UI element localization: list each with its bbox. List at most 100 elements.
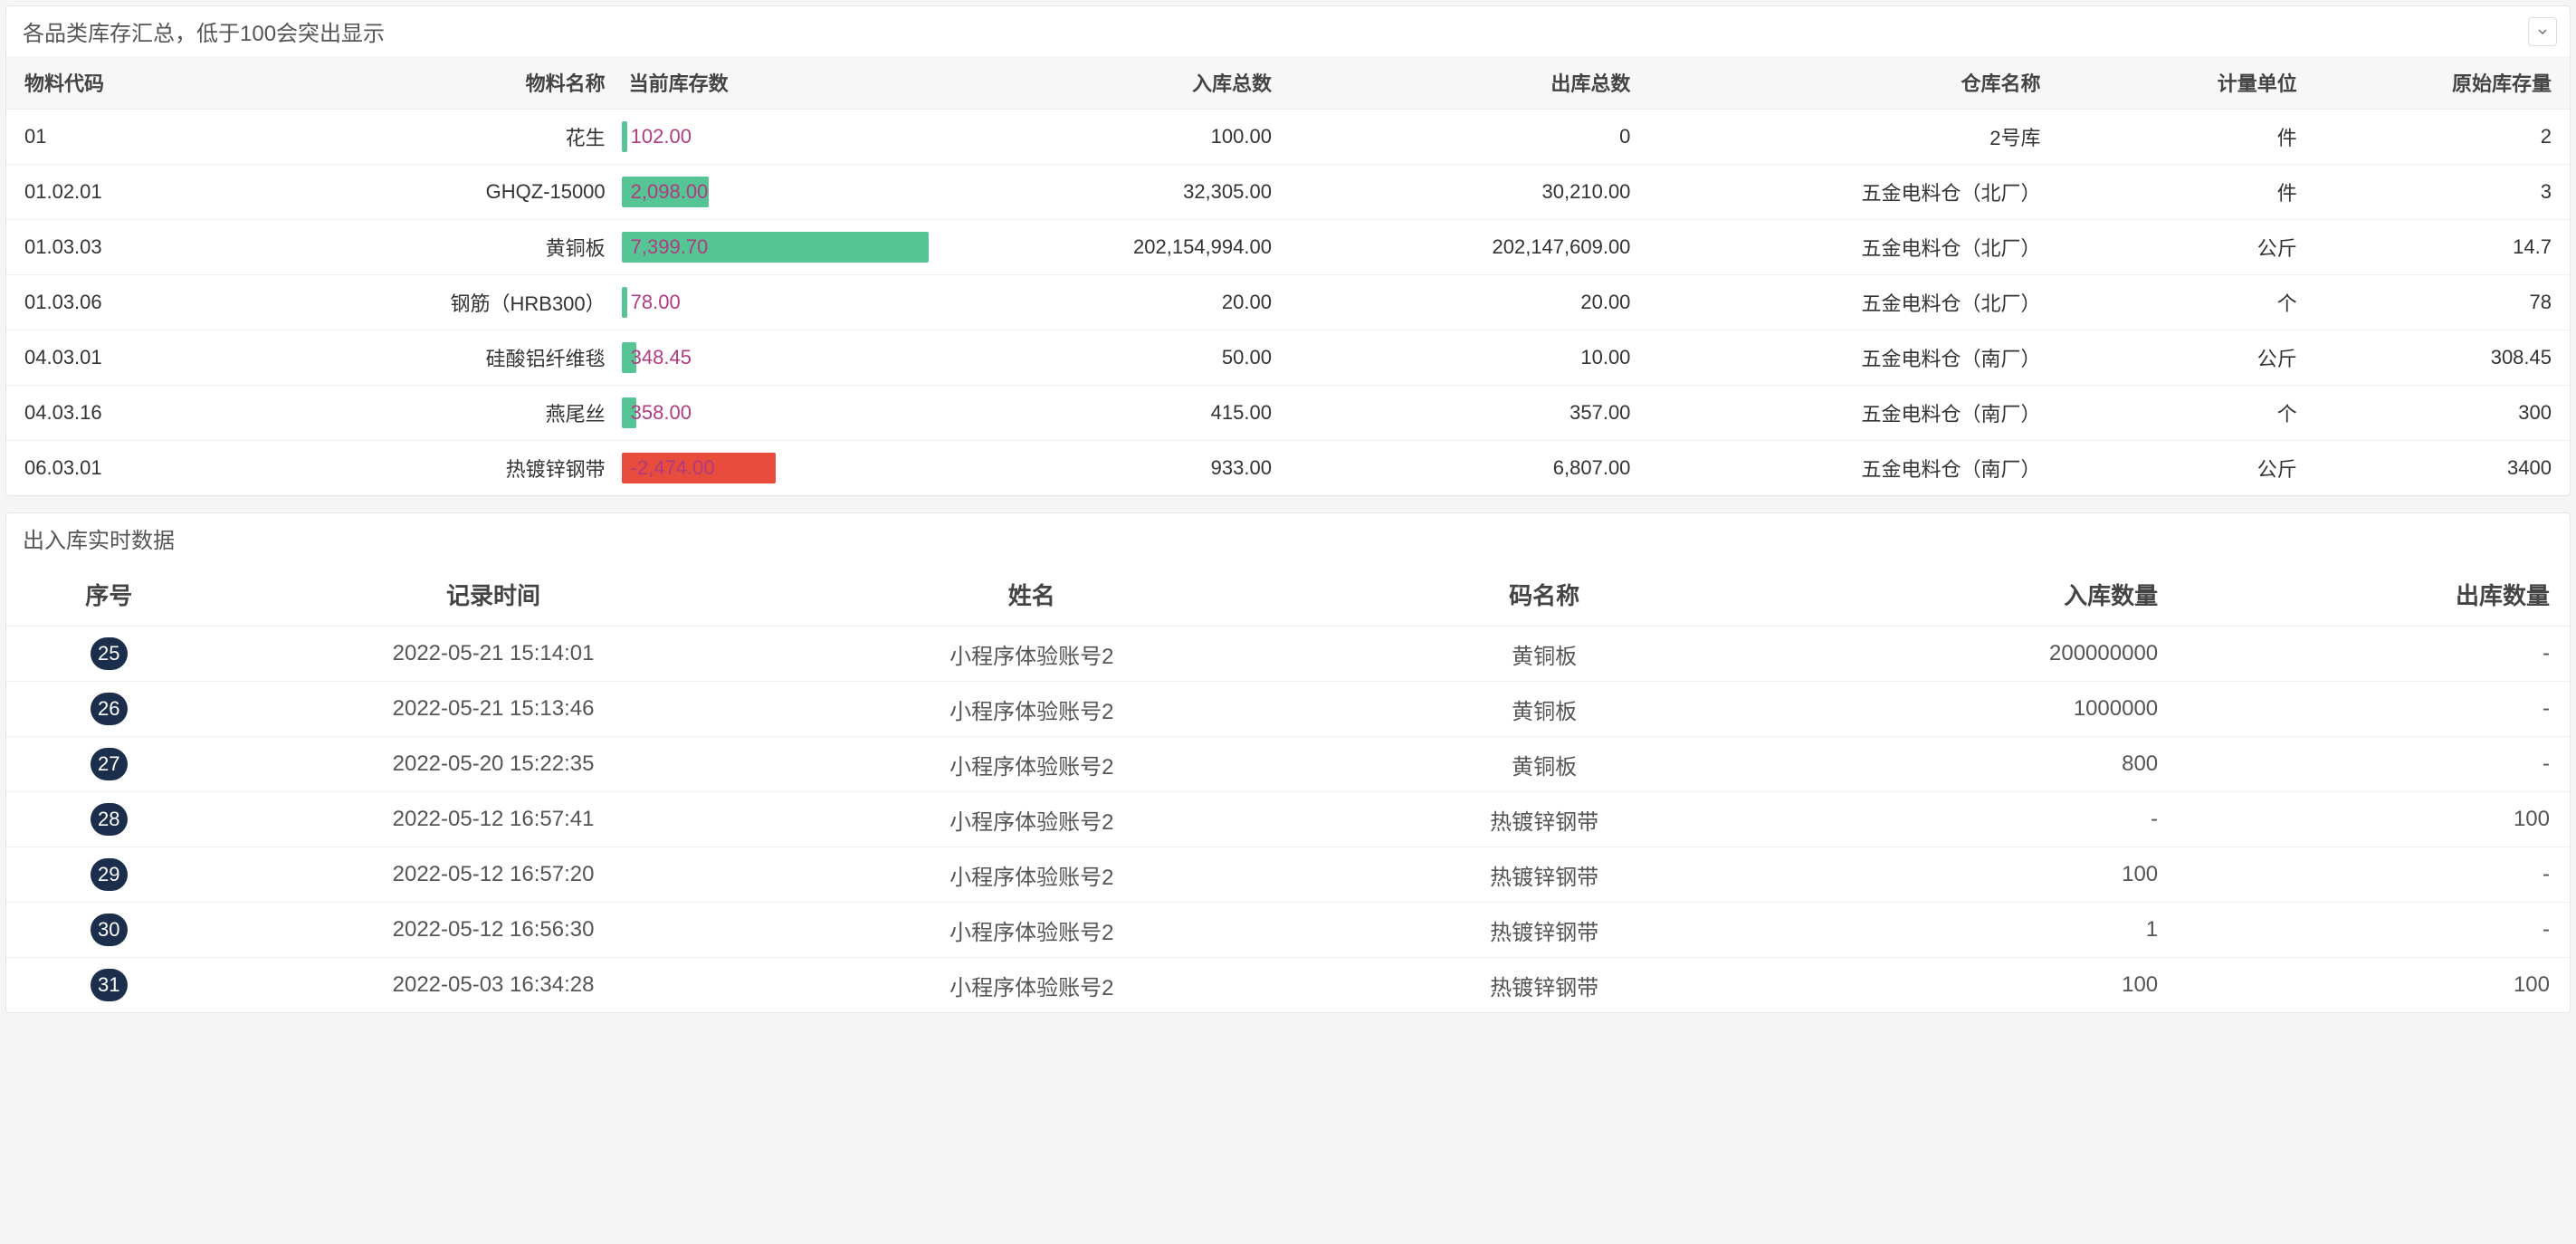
table2-cell: 200000000: [1800, 627, 2185, 682]
table1-col-3[interactable]: 入库总数: [929, 56, 1287, 110]
table1-cell: 01.03.06: [6, 275, 262, 330]
row-index-cell: 31: [6, 958, 212, 1013]
table1-cell: 个: [2057, 386, 2314, 441]
table1-cell: 3400: [2314, 441, 2570, 496]
table1-cell: 公斤: [2057, 441, 2314, 496]
table1-cell: 五金电料仓（南厂）: [1646, 330, 2056, 386]
table2-cell: -: [2185, 737, 2570, 792]
table1-cell: 黄铜板: [262, 220, 621, 275]
table1-cell: 357.00: [1288, 386, 1646, 441]
table1-row[interactable]: 01.02.01GHQZ-150002,098.0032,305.0030,21…: [6, 165, 2570, 220]
stock-bar-cell: 358.00: [622, 386, 930, 441]
table2-cell: 小程序体验账号2: [776, 903, 1288, 958]
panel1-collapse-button[interactable]: [2528, 17, 2557, 46]
stock-value: 102.00: [622, 125, 692, 148]
table2-col-5[interactable]: 出库数量: [2185, 563, 2570, 627]
table2-cell: 2022-05-21 15:14:01: [212, 627, 776, 682]
table1-col-6[interactable]: 计量单位: [2057, 56, 2314, 110]
table1-row[interactable]: 01花生102.00100.0002号库件2: [6, 110, 2570, 165]
table2-row[interactable]: 282022-05-12 16:57:41小程序体验账号2热镀锌钢带-100: [6, 792, 2570, 847]
table2-row[interactable]: 302022-05-12 16:56:30小程序体验账号2热镀锌钢带1-: [6, 903, 2570, 958]
table2-row[interactable]: 272022-05-20 15:22:35小程序体验账号2黄铜板800-: [6, 737, 2570, 792]
table1-cell: 04.03.16: [6, 386, 262, 441]
row-index-cell: 29: [6, 847, 212, 903]
table2-cell: 热镀锌钢带: [1288, 792, 1800, 847]
panel2-title: 出入库实时数据: [23, 522, 175, 554]
table1-cell: 308.45: [2314, 330, 2570, 386]
table1-col-2[interactable]: 当前库存数: [622, 56, 930, 110]
table2-col-1[interactable]: 记录时间: [212, 563, 776, 627]
table1-row[interactable]: 04.03.01硅酸铝纤维毯348.4550.0010.00五金电料仓（南厂）公…: [6, 330, 2570, 386]
table2-col-0[interactable]: 序号: [6, 563, 212, 627]
table2-col-3[interactable]: 码名称: [1288, 563, 1800, 627]
table1-col-4[interactable]: 出库总数: [1288, 56, 1646, 110]
table1-cell: 20.00: [1288, 275, 1646, 330]
table2-cell: 小程序体验账号2: [776, 627, 1288, 682]
table2-header-row: 序号记录时间姓名码名称入库数量出库数量: [6, 563, 2570, 627]
table2-cell: 1000000: [1800, 682, 2185, 737]
table2-cell: 小程序体验账号2: [776, 737, 1288, 792]
table2-cell: 1: [1800, 903, 2185, 958]
table2-cell: -: [1800, 792, 2185, 847]
table2-cell: 热镀锌钢带: [1288, 958, 1800, 1013]
table1-cell: 14.7: [2314, 220, 2570, 275]
stock-bar-cell: 78.00: [622, 275, 930, 330]
table1-row[interactable]: 01.03.03黄铜板7,399.70202,154,994.00202,147…: [6, 220, 2570, 275]
inventory-summary-table: 物料代码物料名称当前库存数入库总数出库总数仓库名称计量单位原始库存量 01花生1…: [6, 56, 2570, 495]
table2-col-2[interactable]: 姓名: [776, 563, 1288, 627]
table1-row[interactable]: 04.03.16燕尾丝358.00415.00357.00五金电料仓（南厂）个3…: [6, 386, 2570, 441]
table1-row[interactable]: 06.03.01热镀锌钢带-2,474.00933.006,807.00五金电料…: [6, 441, 2570, 496]
table1-cell: 件: [2057, 165, 2314, 220]
table1-row[interactable]: 01.03.06钢筋（HRB300）78.0020.0020.00五金电料仓（北…: [6, 275, 2570, 330]
row-index-cell: 25: [6, 627, 212, 682]
table2-cell: 黄铜板: [1288, 682, 1800, 737]
table1-cell: 件: [2057, 110, 2314, 165]
table1-cell: 公斤: [2057, 220, 2314, 275]
row-index-badge: 26: [91, 693, 127, 725]
panel1-header: 各品类库存汇总，低于100会突出显示: [6, 6, 2570, 56]
table1-cell: 五金电料仓（南厂）: [1646, 441, 2056, 496]
table1-col-1[interactable]: 物料名称: [262, 56, 621, 110]
table1-cell: 78: [2314, 275, 2570, 330]
table2-cell: 小程序体验账号2: [776, 682, 1288, 737]
stock-bar-cell: 2,098.00: [622, 165, 930, 220]
table1-cell: 6,807.00: [1288, 441, 1646, 496]
chevron-down-icon: [2535, 24, 2550, 39]
table2-row[interactable]: 292022-05-12 16:57:20小程序体验账号2热镀锌钢带100-: [6, 847, 2570, 903]
table1-cell: 30,210.00: [1288, 165, 1646, 220]
table1-cell: 202,154,994.00: [929, 220, 1287, 275]
table2-cell: 热镀锌钢带: [1288, 847, 1800, 903]
stock-value: 78.00: [622, 291, 681, 314]
table2-cell: 2022-05-12 16:57:20: [212, 847, 776, 903]
table1-cell: 钢筋（HRB300）: [262, 275, 621, 330]
table2-cell: 小程序体验账号2: [776, 847, 1288, 903]
table1-cell: 933.00: [929, 441, 1287, 496]
stock-value: 7,399.70: [622, 235, 709, 259]
inventory-summary-panel: 各品类库存汇总，低于100会突出显示 物料代码物料名称当前库存数入库总数出库总数…: [5, 5, 2571, 496]
table1-cell: 五金电料仓（北厂）: [1646, 165, 2056, 220]
row-index-badge: 27: [91, 748, 127, 780]
table2-cell: 2022-05-03 16:34:28: [212, 958, 776, 1013]
table2-cell: 100: [2185, 958, 2570, 1013]
stock-bar-cell: -2,474.00: [622, 441, 930, 496]
table2-cell: -: [2185, 903, 2570, 958]
panel1-title: 各品类库存汇总，低于100会突出显示: [23, 15, 385, 47]
table2-row[interactable]: 312022-05-03 16:34:28小程序体验账号2热镀锌钢带100100: [6, 958, 2570, 1013]
table2-row[interactable]: 262022-05-21 15:13:46小程序体验账号2黄铜板1000000-: [6, 682, 2570, 737]
table2-col-4[interactable]: 入库数量: [1800, 563, 2185, 627]
table1-cell: 10.00: [1288, 330, 1646, 386]
table1-col-5[interactable]: 仓库名称: [1646, 56, 2056, 110]
table1-cell: GHQZ-15000: [262, 165, 621, 220]
table2-cell: 2022-05-20 15:22:35: [212, 737, 776, 792]
stock-bar-cell: 7,399.70: [622, 220, 930, 275]
table2-cell: 黄铜板: [1288, 627, 1800, 682]
stock-value: 348.45: [622, 346, 692, 369]
table1-col-0[interactable]: 物料代码: [6, 56, 262, 110]
table2-cell: 2022-05-21 15:13:46: [212, 682, 776, 737]
table1-cell: 50.00: [929, 330, 1287, 386]
table2-row[interactable]: 252022-05-21 15:14:01小程序体验账号2黄铜板20000000…: [6, 627, 2570, 682]
table1-cell: 100.00: [929, 110, 1287, 165]
table1-col-7[interactable]: 原始库存量: [2314, 56, 2570, 110]
table2-cell: 小程序体验账号2: [776, 792, 1288, 847]
table1-cell: 300: [2314, 386, 2570, 441]
